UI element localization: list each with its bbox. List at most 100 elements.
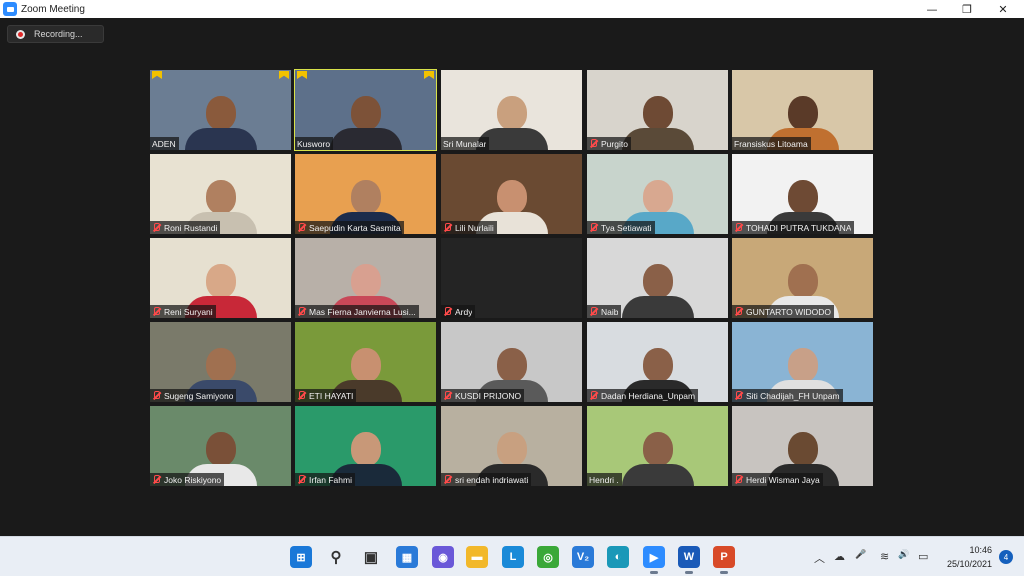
participant-video-feed	[621, 264, 694, 318]
participant-name: TOHADI PUTRA TUKDANA	[746, 222, 852, 233]
participant-face	[642, 96, 673, 130]
participant-name: Lili Nurlaili	[455, 222, 494, 233]
zoom-app-icon	[3, 2, 17, 16]
participant-face	[787, 432, 818, 466]
participant-name-tag: Mas Fierna Janvierna Lusi...	[295, 305, 419, 318]
minimize-button[interactable]: —	[915, 0, 949, 18]
microphone-icon[interactable]: 🎤	[855, 550, 866, 560]
participant-name-tag: GUNTARTO WIDODO	[732, 305, 834, 318]
participant-tile[interactable]: ADEN	[150, 70, 291, 150]
vscode-like-icon[interactable]: V₂	[572, 546, 594, 568]
participant-name-tag: Hendri .	[587, 473, 622, 486]
participant-tile[interactable]: Mas Fierna Janvierna Lusi...	[295, 238, 436, 318]
file-explorer-icon[interactable]: ▬	[466, 546, 488, 568]
volume-icon[interactable]: 🔊	[898, 550, 909, 560]
windows-taskbar: ⊞ ⚲ ▣ ▦ ◉ ▬ L ◎ V₂ ◐ ▶ W P ︿ ☁ 🎤 ≋ 🔊 ▭ 10:46 25/10/2…	[0, 536, 1024, 576]
participant-tile[interactable]: Ardy	[441, 238, 582, 318]
participant-face	[787, 96, 818, 130]
muted-mic-icon	[589, 139, 598, 148]
participant-tile[interactable]: Fransiskus Litoama	[732, 70, 873, 150]
window-titlebar: Zoom Meeting — ❐ ✕	[0, 0, 1024, 18]
participant-face	[496, 96, 527, 130]
lark-icon[interactable]: L	[502, 546, 524, 568]
participant-tile[interactable]: ETI HAYATI	[295, 322, 436, 402]
participant-tile[interactable]: Saepudin Karta Sasmita	[295, 154, 436, 234]
participant-name-tag: Naib	[587, 305, 622, 318]
chat-icon[interactable]: ◉	[432, 546, 454, 568]
participant-tile[interactable]: Sugeng Samiyono	[150, 322, 291, 402]
participant-tile[interactable]: Roni Rustandi	[150, 154, 291, 234]
participant-tile[interactable]: Tya Setiawati	[587, 154, 728, 234]
zoom-icon[interactable]: ▶	[643, 546, 665, 574]
participant-tile[interactable]: Purgito	[587, 70, 728, 150]
participant-tile[interactable]: Herdi Wisman Jaya	[732, 406, 873, 486]
participant-name: Fransiskus Litoama	[734, 138, 808, 149]
participant-tile[interactable]: Lili Nurlaili	[441, 154, 582, 234]
participant-tile[interactable]: Naib	[587, 238, 728, 318]
window-title: Zoom Meeting	[21, 3, 85, 15]
participant-face	[642, 180, 673, 214]
widgets-icon[interactable]: ▦	[396, 546, 418, 568]
participant-name-tag: Dadan Herdiana_Unpam	[587, 389, 699, 402]
participant-face	[205, 96, 236, 130]
participant-tile[interactable]: KUSDI PRIJONO	[441, 322, 582, 402]
participant-face	[496, 348, 527, 382]
notification-badge[interactable]: 4	[999, 550, 1013, 564]
participant-tile[interactable]: Joko Riskiyono	[150, 406, 291, 486]
participant-name: Hendri .	[589, 474, 619, 485]
participant-tile[interactable]: Dadan Herdiana_Unpam	[587, 322, 728, 402]
task-view-icon[interactable]: ▣	[360, 546, 382, 568]
close-button[interactable]: ✕	[986, 0, 1020, 18]
edge-icon[interactable]: ◐	[607, 546, 629, 568]
participant-name: ADEN	[152, 138, 176, 149]
chrome-icon[interactable]: ◎	[537, 546, 559, 568]
participant-name: Reni Suryani	[164, 306, 213, 317]
participant-video-feed	[329, 96, 402, 150]
participant-name: ETI HAYATI	[309, 390, 354, 401]
muted-mic-icon	[152, 475, 161, 484]
windows-start-icon[interactable]: ⊞	[290, 546, 312, 568]
participant-video-feed	[621, 432, 694, 486]
muted-mic-icon	[589, 223, 598, 232]
search-icon[interactable]: ⚲	[325, 546, 347, 568]
participant-name-tag: TOHADI PUTRA TUKDANA	[732, 221, 855, 234]
participant-name-tag: Sri Munalar	[441, 137, 490, 150]
muted-mic-icon	[297, 223, 306, 232]
battery-icon[interactable]: ▭	[918, 550, 928, 563]
participant-name: Sri Munalar	[443, 138, 487, 149]
participant-video-feed	[184, 96, 257, 150]
participant-tile[interactable]: TOHADI PUTRA TUKDANA	[732, 154, 873, 234]
word-icon[interactable]: W	[678, 546, 700, 574]
participant-name-tag: Lili Nurlaili	[441, 221, 497, 234]
powerpoint-icon[interactable]: P	[713, 546, 735, 574]
taskbar-clock[interactable]: 10:46 25/10/2021	[947, 543, 992, 571]
muted-mic-icon	[297, 391, 306, 400]
recording-label: Recording...	[34, 29, 83, 39]
participant-tile[interactable]: Kusworo	[294, 69, 437, 151]
participant-name-tag: Siti Chadijah_FH Unpam	[732, 389, 843, 402]
cloud-icon[interactable]: ☁	[834, 550, 845, 563]
participant-tile[interactable]: sri endah indriawati	[441, 406, 582, 486]
participant-face	[787, 180, 818, 214]
participant-name-tag: Purgito	[587, 137, 631, 150]
muted-mic-icon	[152, 307, 161, 316]
participant-tile[interactable]: Reni Suryani	[150, 238, 291, 318]
participant-name: Siti Chadijah_FH Unpam	[746, 390, 840, 401]
participant-tile[interactable]: Siti Chadijah_FH Unpam	[732, 322, 873, 402]
participant-name-tag: Herdi Wisman Jaya	[732, 473, 823, 486]
participant-name: GUNTARTO WIDODO	[746, 306, 831, 317]
participant-face	[787, 264, 818, 298]
tray-chevron-icon[interactable]: ︿	[814, 550, 825, 566]
restore-button[interactable]: ❐	[950, 0, 984, 18]
participant-tile[interactable]: Hendri .	[587, 406, 728, 486]
participant-name: KUSDI PRIJONO	[455, 390, 522, 401]
wifi-icon[interactable]: ≋	[880, 550, 889, 563]
participant-name-tag: KUSDI PRIJONO	[441, 389, 525, 402]
recording-indicator[interactable]: Recording...	[7, 25, 104, 43]
participant-tile[interactable]: Irfan Fahmi	[295, 406, 436, 486]
participant-name: Sugeng Samiyono	[164, 390, 234, 401]
participant-tile[interactable]: GUNTARTO WIDODO	[732, 238, 873, 318]
muted-mic-icon	[443, 475, 452, 484]
participant-tile[interactable]: Sri Munalar	[441, 70, 582, 150]
muted-mic-icon	[589, 391, 598, 400]
